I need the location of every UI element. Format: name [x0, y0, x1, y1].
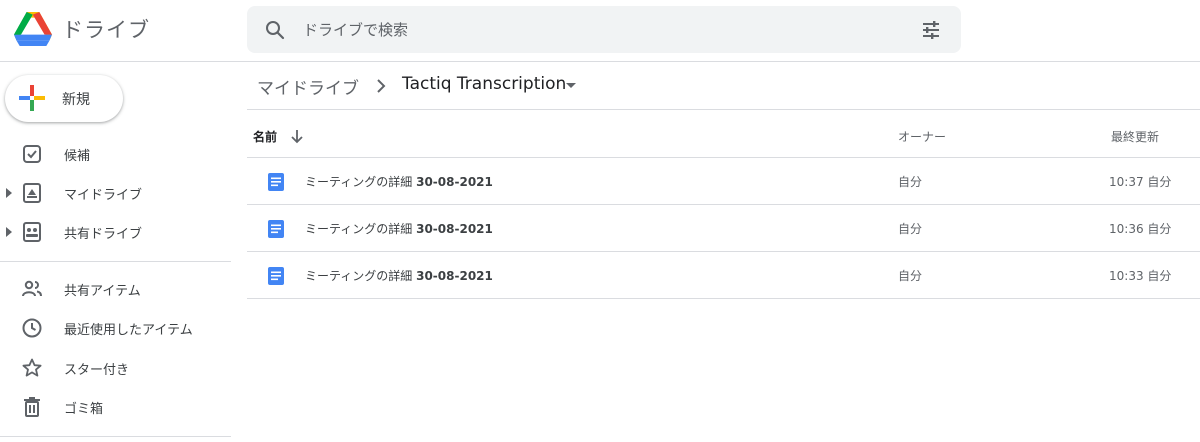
top-bar: ドライブ	[0, 0, 1200, 62]
my-drive-icon	[23, 183, 41, 203]
trash-icon	[24, 397, 40, 417]
plus-icon	[19, 85, 45, 111]
file-name: ミーティングの詳細 30-08-2021	[305, 175, 493, 189]
chevron-right-icon	[377, 79, 386, 93]
sidebar-item-shared-with-me[interactable]: 共有アイテム	[0, 273, 232, 305]
caret-down-icon[interactable]	[565, 82, 577, 90]
arrow-down-icon[interactable]	[289, 128, 305, 144]
column-header-owner[interactable]: オーナー	[898, 128, 946, 145]
star-icon	[22, 358, 42, 377]
sidebar-item-label: 共有ドライブ	[64, 227, 143, 242]
search-bar[interactable]	[247, 6, 961, 53]
expand-caret-icon[interactable]	[5, 226, 13, 238]
google-doc-icon	[268, 220, 284, 238]
file-name: ミーティングの詳細 30-08-2021	[305, 222, 493, 236]
new-button[interactable]: 新規	[5, 75, 123, 122]
people-icon	[22, 280, 42, 297]
expand-caret-icon[interactable]	[5, 187, 13, 199]
app-title: ドライブ	[62, 18, 150, 42]
file-modified: 10:33 自分	[1109, 269, 1172, 283]
search-options-icon[interactable]	[919, 18, 943, 42]
sidebar-item-suggested[interactable]: 候補	[0, 138, 232, 170]
table-row[interactable]: ミーティングの詳細 30-08-2021 自分 10:33 自分	[247, 252, 1200, 299]
sidebar-divider	[0, 436, 231, 437]
file-name: ミーティングの詳細 30-08-2021	[305, 269, 493, 283]
table-row[interactable]: ミーティングの詳細 30-08-2021 自分 10:37 自分	[247, 158, 1200, 205]
suggested-icon	[23, 145, 41, 163]
column-header-name[interactable]: 名前	[253, 128, 277, 145]
file-owner: 自分	[898, 222, 923, 236]
sidebar-item-starred[interactable]: スター付き	[0, 352, 232, 384]
breadcrumb-current-folder[interactable]: Tactiq Transcription	[402, 74, 566, 94]
breadcrumb-root[interactable]: マイドライブ	[257, 74, 359, 99]
sidebar-item-my-drive[interactable]: マイドライブ	[0, 177, 232, 209]
sidebar-item-recent[interactable]: 最近使用したアイテム	[0, 312, 232, 344]
sidebar-item-label: ゴミ箱	[64, 402, 104, 417]
table-row[interactable]: ミーティングの詳細 30-08-2021 自分 10:36 自分	[247, 205, 1200, 252]
file-modified: 10:37 自分	[1109, 175, 1172, 189]
search-icon[interactable]	[263, 18, 287, 42]
file-owner: 自分	[898, 175, 923, 189]
file-modified: 10:36 自分	[1109, 222, 1172, 236]
main-divider	[247, 109, 1200, 110]
sidebar-item-label: 候補	[64, 149, 91, 164]
sidebar-item-shared-drives[interactable]: 共有ドライブ	[0, 216, 232, 248]
clock-icon	[22, 318, 42, 338]
search-input[interactable]	[303, 6, 903, 53]
drive-logo-icon[interactable]	[14, 11, 52, 47]
sidebar-divider	[0, 261, 231, 262]
new-button-label: 新規	[62, 92, 90, 108]
google-doc-icon	[268, 267, 284, 285]
sidebar-item-label: マイドライブ	[64, 188, 143, 203]
sidebar-item-label: 最近使用したアイテム	[64, 323, 193, 338]
sidebar-item-label: スター付き	[64, 363, 130, 378]
sidebar-item-trash[interactable]: ゴミ箱	[0, 391, 232, 423]
shared-drives-icon	[23, 222, 41, 242]
column-header-modified[interactable]: 最終更新	[1111, 128, 1159, 145]
sidebar-item-label: 共有アイテム	[64, 284, 141, 299]
google-doc-icon	[268, 173, 284, 191]
file-owner: 自分	[898, 269, 923, 283]
